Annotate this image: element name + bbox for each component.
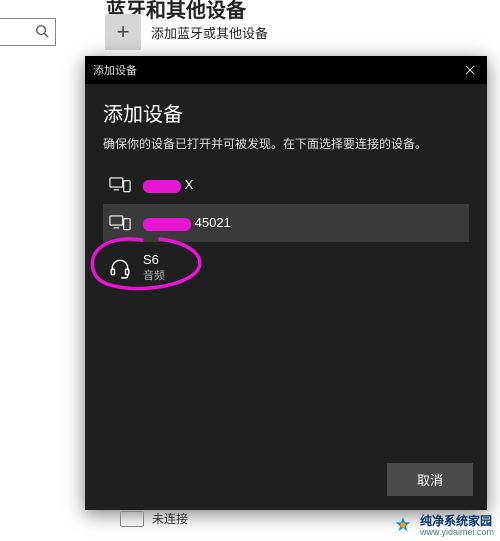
add-bluetooth-button[interactable]: + 添加蓝牙或其他设备 [105,14,268,50]
close-icon [465,65,475,75]
status-text: 未连接 [152,510,188,527]
headset-icon [109,259,131,277]
search-icon [35,24,49,41]
dialog-subtitle: 确保你的设备已打开并可被发现。在下面选择要连接的设备。 [103,135,469,152]
add-device-dialog: 添加设备 添加设备 确保你的设备已打开并可被发现。在下面选择要连接的设备。 X [85,56,487,510]
search-input[interactable] [0,18,56,46]
dialog-titlebar-text: 添加设备 [93,62,137,78]
device-item[interactable]: 45021 [103,204,469,242]
device-glyph-icon [120,511,144,527]
add-bluetooth-label: 添加蓝牙或其他设备 [151,23,268,42]
display-icon [109,214,131,232]
device-item[interactable]: S6 音频 [103,242,469,293]
close-button[interactable] [461,61,479,79]
plus-icon: + [105,14,141,50]
watermark-title: 纯净系统家园 [420,515,494,528]
device-subtitle: 音频 [143,267,165,283]
watermark-url: www.yidaimei.com [420,528,494,537]
device-item[interactable]: X [103,166,469,204]
device-name: S6 [143,252,165,267]
redacted-scribble [143,218,191,231]
dialog-heading: 添加设备 [103,98,469,127]
dialog-titlebar: 添加设备 [85,56,487,84]
watermark: 纯净系统家园 www.yidaimei.com [392,515,494,537]
status-not-connected: 未连接 [120,510,188,527]
cancel-button[interactable]: 取消 [387,463,473,496]
display-icon [109,176,131,194]
device-name: 45021 [143,215,231,230]
device-list: X 45021 [103,166,469,293]
redacted-scribble [143,180,181,193]
watermark-logo-icon [392,515,414,537]
device-name: X [143,177,193,192]
